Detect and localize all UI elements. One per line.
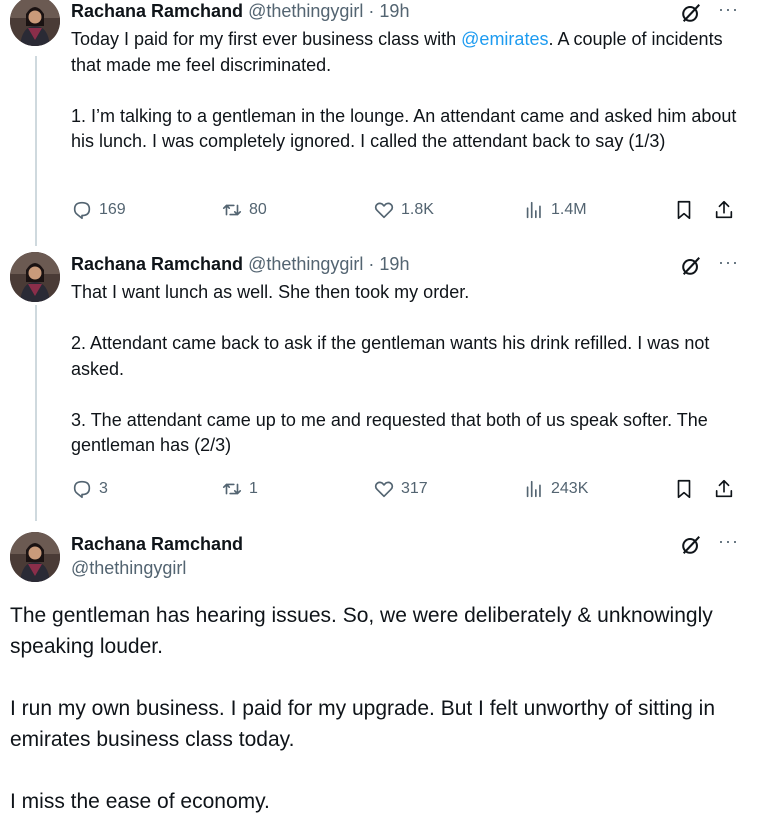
header-icons: ··· [680, 253, 739, 277]
views-icon [526, 201, 541, 219]
grok-icon[interactable] [680, 2, 702, 24]
repost-button[interactable]: 80 [221, 198, 267, 222]
mention-link[interactable]: @emirates [461, 29, 548, 49]
share-icon [715, 200, 733, 219]
tweet-paragraph: Today I paid for my first ever business … [71, 27, 746, 78]
author-name[interactable]: Rachana Ramchand [71, 254, 243, 274]
share-icon [715, 479, 733, 498]
tweet-header: Rachana Ramchand [71, 533, 243, 555]
tweet-paragraph: The gentleman has hearing issues. So, we… [10, 604, 713, 658]
reply-count: 3 [99, 480, 108, 497]
tweet-paragraph: I run my own business. I paid for my upg… [10, 697, 716, 751]
like-count: 317 [401, 480, 428, 497]
author-handle[interactable]: @thethingygirl [248, 1, 363, 21]
more-icon[interactable]: ··· [718, 0, 739, 18]
avatar[interactable] [10, 252, 60, 302]
heart-icon [374, 481, 394, 498]
tweet-header: Rachana Ramchand @thethingygirl · 19h [71, 253, 409, 275]
like-button[interactable]: 317 [373, 477, 428, 501]
views-button[interactable]: 243K [523, 477, 588, 501]
tweet-header: Rachana Ramchand @thethingygirl · 19h [71, 0, 409, 22]
like-count: 1.8K [401, 201, 434, 218]
repost-icon [222, 483, 242, 495]
avatar[interactable] [10, 532, 60, 582]
more-icon[interactable]: ··· [718, 253, 739, 271]
reply-button[interactable]: 169 [71, 198, 126, 222]
tweet-text: Today I paid for my first ever business … [71, 27, 746, 155]
view-count: 243K [551, 480, 589, 497]
repost-count: 80 [249, 201, 267, 218]
thread-tweet-2[interactable]: Rachana Ramchand @thethingygirl · 19h ··… [0, 250, 769, 520]
views-icon [526, 480, 541, 498]
author-name[interactable]: Rachana Ramchand [71, 534, 243, 554]
tweet-paragraph: That I want lunch as well. She then took… [71, 282, 470, 302]
text-run: Today I paid for my first ever business … [71, 29, 462, 49]
reply-icon [73, 480, 91, 499]
avatar[interactable] [10, 0, 60, 46]
author-handle[interactable]: @thethingygirl [71, 558, 186, 579]
bookmark-button[interactable] [673, 198, 695, 222]
tweet-paragraph: 1. I’m talking to a gentleman in the lou… [71, 105, 737, 152]
thread-tweet-1[interactable]: Rachana Ramchand @thethingygirl · 19h ··… [0, 0, 769, 240]
share-button[interactable] [713, 477, 735, 501]
reply-button[interactable]: 3 [71, 477, 108, 501]
bookmark-icon [677, 479, 691, 499]
action-bar: 169 80 1.8K 1.4M [71, 198, 743, 222]
tweet-time[interactable]: · 19h [363, 1, 409, 21]
view-count: 1.4M [551, 201, 587, 218]
grok-icon[interactable] [680, 534, 702, 556]
author-handle[interactable]: @thethingygirl [248, 254, 363, 274]
tweet-text: That I want lunch as well. She then took… [71, 280, 746, 459]
repost-icon [222, 204, 242, 216]
header-icons: ··· [680, 0, 739, 24]
bookmark-button[interactable] [673, 477, 695, 501]
repost-count: 1 [249, 480, 258, 497]
tweet-text: The gentleman has hearing issues. So, we… [10, 600, 750, 817]
main-tweet: Rachana Ramchand @thethingygirl ··· The … [0, 528, 769, 819]
grok-icon[interactable] [680, 255, 702, 277]
more-icon[interactable]: ··· [718, 532, 739, 550]
tweet-time[interactable]: · 19h [363, 254, 409, 274]
reply-icon [73, 201, 91, 220]
tweet-paragraph: I miss the ease of economy. [10, 790, 270, 813]
repost-button[interactable]: 1 [221, 477, 258, 501]
like-button[interactable]: 1.8K [373, 198, 434, 222]
share-button[interactable] [713, 198, 735, 222]
tweet-paragraph: 2. Attendant came back to ask if the gen… [71, 333, 710, 379]
heart-icon [374, 202, 394, 219]
tweet-paragraph: 3. The attendant came up to me and reque… [71, 409, 708, 456]
reply-count: 169 [99, 201, 126, 218]
header-icons: ··· [680, 532, 739, 556]
action-bar: 3 1 317 243K [71, 477, 743, 501]
author-name[interactable]: Rachana Ramchand [71, 1, 243, 21]
bookmark-icon [677, 200, 691, 220]
views-button[interactable]: 1.4M [523, 198, 587, 222]
